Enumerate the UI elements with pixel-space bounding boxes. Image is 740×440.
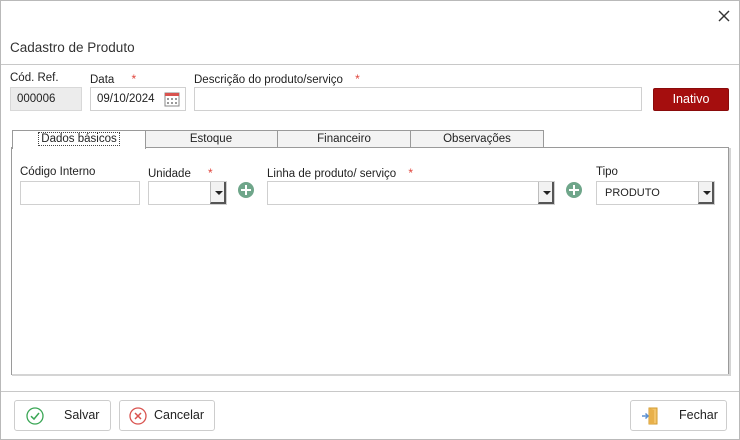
panel-shadow: [729, 148, 731, 376]
fechar-button[interactable]: Fechar: [630, 400, 727, 431]
close-icon[interactable]: [713, 5, 735, 27]
date-field[interactable]: 09/10/2024: [90, 87, 186, 111]
unidade-label-text: Unidade: [148, 168, 191, 180]
calendar-icon[interactable]: [164, 91, 180, 110]
dialog-title: Cadastro de Produto: [10, 40, 135, 55]
required-mark: *: [208, 166, 213, 180]
chevron-down-icon[interactable]: [538, 182, 554, 204]
tab-label: Dados básicos: [38, 132, 120, 146]
tab-financeiro[interactable]: Financeiro: [277, 130, 411, 148]
cod-ref-field: 000006: [10, 87, 82, 111]
tab-label: Financeiro: [317, 133, 371, 145]
tab-observacoes[interactable]: Observações: [410, 130, 544, 148]
chevron-down-icon[interactable]: [210, 182, 226, 204]
check-circle-icon: [26, 407, 44, 428]
tab-estoque[interactable]: Estoque: [144, 130, 278, 148]
cancelar-button[interactable]: Cancelar: [119, 400, 215, 431]
tipo-select[interactable]: PRODUTO: [596, 181, 715, 205]
linha-label-text: Linha de produto/ serviço: [267, 168, 397, 180]
title-divider: [1, 64, 739, 65]
product-dialog: Cadastro de Produto Cód. Ref. 000006 Dat…: [0, 0, 740, 440]
unidade-select[interactable]: [148, 181, 227, 205]
cancelar-label: Cancelar: [154, 408, 205, 422]
cod-ref-label: Cód. Ref.: [10, 72, 59, 84]
tipo-value: PRODUTO: [605, 187, 660, 199]
required-mark: *: [131, 72, 137, 86]
descricao-label: Descrição do produto/serviço *: [194, 72, 360, 86]
fechar-label: Fechar: [679, 408, 718, 422]
linha-label: Linha de produto/ serviço *: [267, 166, 413, 180]
codigo-interno-input[interactable]: [20, 181, 140, 205]
required-mark: *: [355, 72, 360, 86]
inativo-button[interactable]: Inativo: [653, 88, 729, 111]
salvar-button[interactable]: Salvar: [14, 400, 111, 431]
required-mark: *: [408, 166, 414, 180]
panel-shadow: [12, 374, 730, 376]
tipo-label: Tipo: [596, 166, 618, 178]
linha-select[interactable]: [267, 181, 555, 205]
add-unidade-icon[interactable]: [238, 182, 254, 198]
add-linha-icon[interactable]: [566, 182, 582, 198]
descricao-label-text: Descrição do produto/serviço: [194, 74, 343, 86]
door-exit-icon: [641, 407, 659, 428]
date-value: 09/10/2024: [97, 93, 155, 105]
chevron-down-icon[interactable]: [698, 182, 714, 204]
data-label-text: Data: [90, 74, 115, 86]
unidade-label: Unidade *: [148, 166, 213, 180]
tab-dados-basicos[interactable]: Dados básicos: [12, 130, 146, 149]
x-circle-icon: [129, 407, 147, 428]
tab-label: Estoque: [189, 133, 233, 145]
data-label: Data *: [90, 72, 136, 86]
salvar-label: Salvar: [64, 408, 100, 422]
codigo-interno-label: Código Interno: [20, 166, 96, 178]
tab-label: Observações: [443, 133, 511, 145]
footer-divider: [1, 391, 739, 392]
descricao-input[interactable]: [194, 87, 642, 111]
